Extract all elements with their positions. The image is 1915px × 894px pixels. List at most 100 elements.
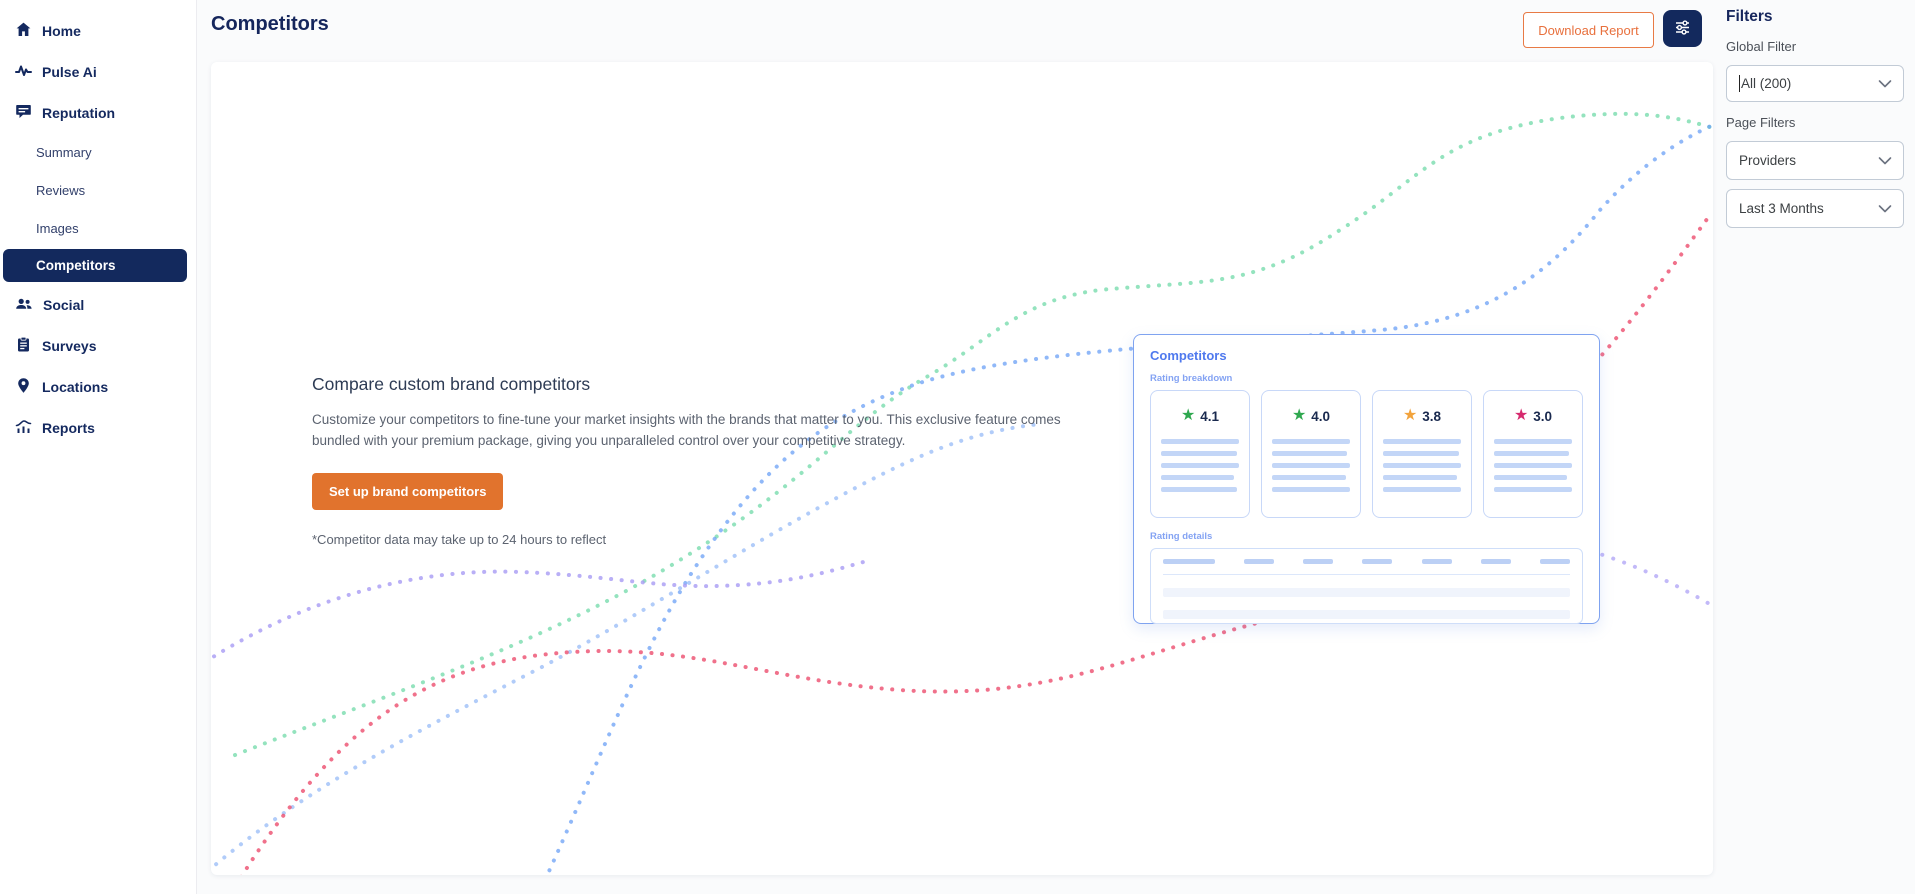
chat-bubble-icon [15, 103, 32, 123]
competitors-preview-card: Competitors Rating breakdown ★ 4.1 ★ 4.0 [1133, 334, 1600, 624]
sidebar-item-label: Locations [42, 378, 109, 395]
home-icon [15, 21, 32, 41]
setup-competitors-button[interactable]: Set up brand competitors [312, 473, 504, 510]
skeleton-header-cell [1362, 559, 1393, 564]
skeleton-line [1272, 463, 1350, 468]
chart-icon [15, 418, 32, 438]
skeleton-row [1163, 610, 1570, 619]
rating-breakdown-label: Rating breakdown [1150, 373, 1233, 384]
download-report-button[interactable]: Download Report [1523, 12, 1654, 48]
filters-panel: Filters Global Filter All (200) Page Fil… [1726, 0, 1905, 228]
sidebar-item-label: Reputation [42, 104, 116, 121]
star-icon: ★ [1402, 407, 1418, 424]
page-title: Competitors [211, 13, 329, 35]
rating-value: 4.1 [1200, 408, 1220, 424]
global-filter-value: All (200) [1741, 76, 1792, 91]
skeleton-line [1494, 475, 1568, 480]
skeleton-line [1383, 487, 1461, 492]
rating-value: 3.8 [1422, 408, 1442, 424]
rating-card: ★ 3.8 [1372, 390, 1472, 518]
global-filter-select[interactable]: All (200) [1726, 65, 1904, 102]
map-pin-icon [15, 377, 32, 397]
sidebar-item-label: Summary [36, 144, 92, 160]
sidebar-item-pulse-ai[interactable]: Pulse Ai [0, 51, 196, 92]
skeleton-line [1272, 475, 1347, 480]
skeleton-line [1161, 451, 1237, 456]
competitor-data-note: *Competitor data may take up to 24 hours… [312, 532, 607, 547]
sidebar-item-competitors[interactable]: Competitors [3, 249, 187, 282]
skeleton-header-cell [1480, 559, 1511, 564]
sidebar-item-label: Images [36, 220, 79, 236]
skeleton-line [1161, 487, 1238, 492]
sidebar-item-label: Home [42, 22, 81, 39]
sidebar-item-reviews[interactable]: Reviews [0, 171, 196, 209]
filter-settings-button[interactable] [1663, 10, 1702, 47]
chevron-down-icon [1878, 201, 1892, 216]
sidebar-item-locations[interactable]: Locations [0, 366, 196, 407]
sidebar-item-surveys[interactable]: Surveys [0, 325, 196, 366]
sidebar-item-label: Surveys [42, 337, 97, 354]
chevron-down-icon [1878, 76, 1892, 91]
preview-title: Competitors [1150, 348, 1227, 363]
skeleton-line [1494, 487, 1572, 492]
skeleton-line [1494, 439, 1572, 444]
rating-value: 3.0 [1533, 408, 1553, 424]
skeleton-header-cell [1421, 559, 1452, 564]
rating-card: ★ 3.0 [1483, 390, 1583, 518]
skeleton-line [1383, 463, 1461, 468]
sidebar-item-label: Pulse Ai [42, 63, 97, 80]
providers-value: Providers [1739, 153, 1797, 168]
skeleton-line [1161, 439, 1239, 444]
sidebar-item-reputation[interactable]: Reputation [0, 92, 196, 133]
skeleton-line [1272, 487, 1350, 492]
upsell-heading: Compare custom brand competitors [312, 374, 591, 394]
skeleton-row [1163, 588, 1570, 597]
rating-details-table-skeleton [1150, 548, 1583, 624]
text-cursor [1739, 75, 1740, 92]
global-filter-label: Global Filter [1726, 39, 1797, 54]
skeleton-line [1161, 463, 1239, 468]
filters-title: Filters [1726, 8, 1773, 25]
rating-card: ★ 4.0 [1261, 390, 1361, 518]
date-range-value: Last 3 Months [1739, 201, 1824, 216]
star-icon: ★ [1180, 407, 1196, 424]
sidebar-item-images[interactable]: Images [0, 209, 196, 247]
skeleton-line [1272, 439, 1350, 444]
sidebar-item-label: Social [43, 296, 85, 313]
skeleton-line [1494, 451, 1569, 456]
skeleton-line [1161, 475, 1235, 480]
skeleton-header-cell [1303, 559, 1334, 564]
skeleton-line [1272, 451, 1347, 456]
sliders-icon [1673, 18, 1692, 40]
star-icon: ★ [1513, 407, 1529, 424]
sidebar-item-label: Reviews [36, 182, 86, 198]
divider [1163, 574, 1570, 575]
clipboard-icon [15, 336, 32, 356]
chevron-down-icon [1878, 153, 1892, 168]
rating-value: 4.0 [1311, 408, 1331, 424]
sidebar-item-summary[interactable]: Summary [0, 133, 196, 171]
skeleton-header-cell [1244, 559, 1275, 564]
sidebar-item-label: Reports [42, 419, 95, 436]
sidebar-item-reports[interactable]: Reports [0, 407, 196, 448]
rating-card: ★ 4.1 [1150, 390, 1250, 518]
skeleton-line [1383, 439, 1461, 444]
sidebar-item-home[interactable]: Home [0, 10, 196, 51]
skeleton-line [1494, 463, 1572, 468]
date-range-select[interactable]: Last 3 Months [1726, 189, 1904, 228]
skeleton-header-cell [1539, 559, 1570, 564]
rating-details-label: Rating details [1150, 531, 1213, 542]
pulse-icon [15, 62, 32, 82]
page-filters-label: Page Filters [1726, 115, 1796, 130]
rating-cards-row: ★ 4.1 ★ 4.0 ★ 3.8 ★ 3.0 [1150, 390, 1583, 518]
providers-select[interactable]: Providers [1726, 141, 1904, 180]
people-icon [15, 295, 33, 315]
skeleton-header-cell [1163, 559, 1215, 564]
sidebar-item-label: Competitors [36, 258, 116, 273]
upsell-content: Compare custom brand competitors Customi… [312, 374, 1072, 547]
skeleton-line [1383, 475, 1458, 480]
upsell-description: Customize your competitors to fine-tune … [312, 412, 1061, 448]
sidebar-item-social[interactable]: Social [0, 284, 196, 325]
main-content-card: Compare custom brand competitors Customi… [211, 62, 1713, 875]
star-icon: ★ [1291, 407, 1307, 424]
